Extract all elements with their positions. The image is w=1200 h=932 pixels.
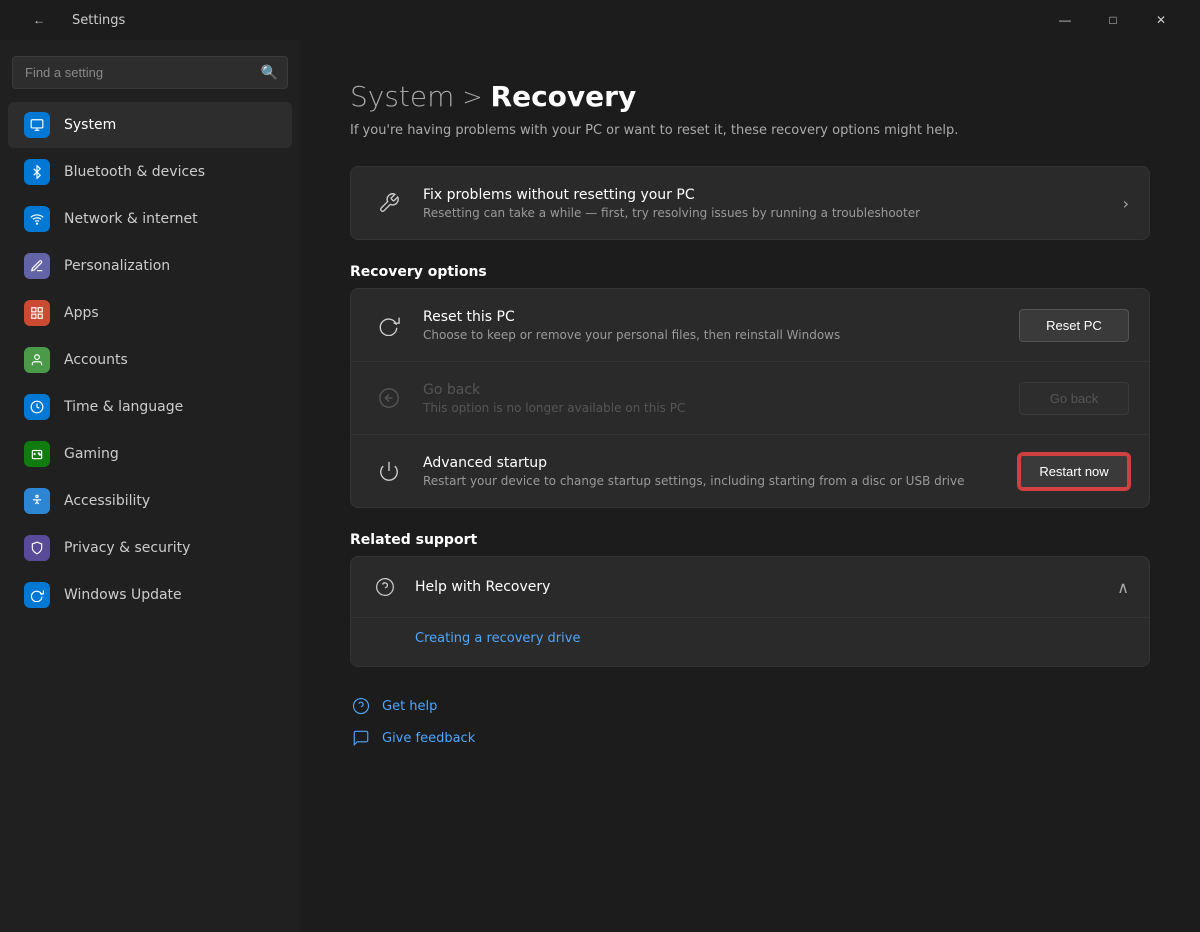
option-title-reset-pc: Reset this PC xyxy=(423,309,1003,325)
support-title: Help with Recovery xyxy=(415,579,1101,595)
sidebar-item-accounts[interactable]: Accounts xyxy=(8,337,292,383)
support-header-row[interactable]: Help with Recovery ∧ xyxy=(351,557,1149,617)
close-icon: ✕ xyxy=(1156,13,1166,27)
nav-label-accessibility: Accessibility xyxy=(64,493,150,509)
bottom-link-label-get-help: Get help xyxy=(382,699,437,714)
option-row-go-back: Go back This option is no longer availab… xyxy=(351,362,1149,435)
titlebar-title: Settings xyxy=(72,13,125,28)
recovery-options-container: Reset this PC Choose to keep or remove y… xyxy=(350,288,1150,508)
nav-icon-privacy xyxy=(24,535,50,561)
option-desc-reset-pc: Choose to keep or remove your personal f… xyxy=(423,328,1003,342)
nav-icon-system xyxy=(24,112,50,138)
sidebar-item-gaming[interactable]: Gaming xyxy=(8,431,292,477)
option-text-advanced-startup: Advanced startup Restart your device to … xyxy=(423,455,1003,488)
support-chevron: ∧ xyxy=(1117,578,1129,597)
nav-icon-time xyxy=(24,394,50,420)
recovery-options-header: Recovery options xyxy=(350,264,1150,280)
sidebar-item-privacy[interactable]: Privacy & security xyxy=(8,525,292,571)
option-row-advanced-startup: Advanced startup Restart your device to … xyxy=(351,435,1149,507)
bottom-link-get-help[interactable]: Get help xyxy=(350,695,1150,717)
bottom-links: Get help Give feedback xyxy=(350,695,1150,749)
minimize-button[interactable]: — xyxy=(1042,4,1088,36)
back-button[interactable]: ← xyxy=(16,4,62,36)
option-desc-go-back: This option is no longer available on th… xyxy=(423,401,1003,415)
fix-card-chevron: › xyxy=(1123,194,1129,213)
titlebar-controls: — □ ✕ xyxy=(1042,4,1184,36)
support-icon xyxy=(371,573,399,601)
app-layout: 🔍 System Bluetooth & devices Network & i… xyxy=(0,40,1200,932)
option-icon-advanced-startup xyxy=(371,453,407,489)
titlebar-left: ← Settings xyxy=(16,4,125,36)
sidebar-item-time[interactable]: Time & language xyxy=(8,384,292,430)
nav-icon-gaming xyxy=(24,441,50,467)
sidebar-item-update[interactable]: Windows Update xyxy=(8,572,292,618)
nav-label-gaming: Gaming xyxy=(64,446,119,462)
option-title-advanced-startup: Advanced startup xyxy=(423,455,1003,471)
nav-icon-network xyxy=(24,206,50,232)
nav-icon-bluetooth xyxy=(24,159,50,185)
option-text-reset-pc: Reset this PC Choose to keep or remove y… xyxy=(423,309,1003,342)
sidebar-item-system[interactable]: System xyxy=(8,102,292,148)
sidebar-item-accessibility[interactable]: Accessibility xyxy=(8,478,292,524)
nav-label-system: System xyxy=(64,117,116,133)
breadcrumb-parent[interactable]: System xyxy=(350,80,454,113)
breadcrumb-current: Recovery xyxy=(491,80,637,113)
maximize-icon: □ xyxy=(1109,13,1116,27)
sidebar-item-bluetooth[interactable]: Bluetooth & devices xyxy=(8,149,292,195)
search-container: 🔍 xyxy=(12,56,288,89)
back-icon: ← xyxy=(33,13,45,27)
option-btn-go-back: Go back xyxy=(1019,382,1129,415)
nav-label-update: Windows Update xyxy=(64,587,182,603)
support-container: Help with Recovery ∧ Creating a recovery… xyxy=(350,556,1150,667)
nav-label-bluetooth: Bluetooth & devices xyxy=(64,164,205,180)
option-icon-reset-pc xyxy=(371,307,407,343)
bottom-link-icon-get-help xyxy=(350,695,372,717)
fix-problems-icon xyxy=(371,185,407,221)
support-body: Creating a recovery drive xyxy=(351,617,1149,666)
page-subtitle: If you're having problems with your PC o… xyxy=(350,123,1150,138)
breadcrumb: System > Recovery xyxy=(350,80,1150,113)
option-title-go-back: Go back xyxy=(423,382,1003,398)
close-button[interactable]: ✕ xyxy=(1138,4,1184,36)
nav-icon-personalization xyxy=(24,253,50,279)
minimize-icon: — xyxy=(1059,13,1071,27)
main-content: System > Recovery If you're having probl… xyxy=(300,40,1200,932)
maximize-button[interactable]: □ xyxy=(1090,4,1136,36)
nav-icon-update xyxy=(24,582,50,608)
nav-label-accounts: Accounts xyxy=(64,352,128,368)
option-desc-advanced-startup: Restart your device to change startup se… xyxy=(423,474,1003,488)
nav-label-time: Time & language xyxy=(64,399,183,415)
nav-icon-accounts xyxy=(24,347,50,373)
nav-icon-accessibility xyxy=(24,488,50,514)
search-input[interactable] xyxy=(12,56,288,89)
option-icon-go-back xyxy=(371,380,407,416)
sidebar: 🔍 System Bluetooth & devices Network & i… xyxy=(0,40,300,932)
fix-problems-card[interactable]: Fix problems without resetting your PC R… xyxy=(350,166,1150,240)
option-btn-advanced-startup[interactable]: Restart now xyxy=(1019,454,1129,489)
option-text-go-back: Go back This option is no longer availab… xyxy=(423,382,1003,415)
nav-label-network: Network & internet xyxy=(64,211,198,227)
sidebar-item-personalization[interactable]: Personalization xyxy=(8,243,292,289)
search-icon: 🔍 xyxy=(261,65,278,81)
sidebar-item-network[interactable]: Network & internet xyxy=(8,196,292,242)
nav-items-container: System Bluetooth & devices Network & int… xyxy=(0,101,300,619)
option-btn-reset-pc[interactable]: Reset PC xyxy=(1019,309,1129,342)
nav-label-privacy: Privacy & security xyxy=(64,540,190,556)
bottom-link-label-give-feedback: Give feedback xyxy=(382,731,475,746)
nav-icon-apps xyxy=(24,300,50,326)
recovery-drive-link[interactable]: Creating a recovery drive xyxy=(415,631,580,646)
fix-card-text: Fix problems without resetting your PC R… xyxy=(423,187,1107,220)
bottom-link-icon-give-feedback xyxy=(350,727,372,749)
fix-card-title: Fix problems without resetting your PC xyxy=(423,187,1107,203)
titlebar: ← Settings — □ ✕ xyxy=(0,0,1200,40)
breadcrumb-separator: > xyxy=(462,83,482,111)
bottom-link-give-feedback[interactable]: Give feedback xyxy=(350,727,1150,749)
sidebar-item-apps[interactable]: Apps xyxy=(8,290,292,336)
fix-card-desc: Resetting can take a while — first, try … xyxy=(423,206,1107,220)
nav-label-apps: Apps xyxy=(64,305,99,321)
related-support-header: Related support xyxy=(350,532,1150,548)
nav-label-personalization: Personalization xyxy=(64,258,170,274)
option-row-reset-pc: Reset this PC Choose to keep or remove y… xyxy=(351,289,1149,362)
